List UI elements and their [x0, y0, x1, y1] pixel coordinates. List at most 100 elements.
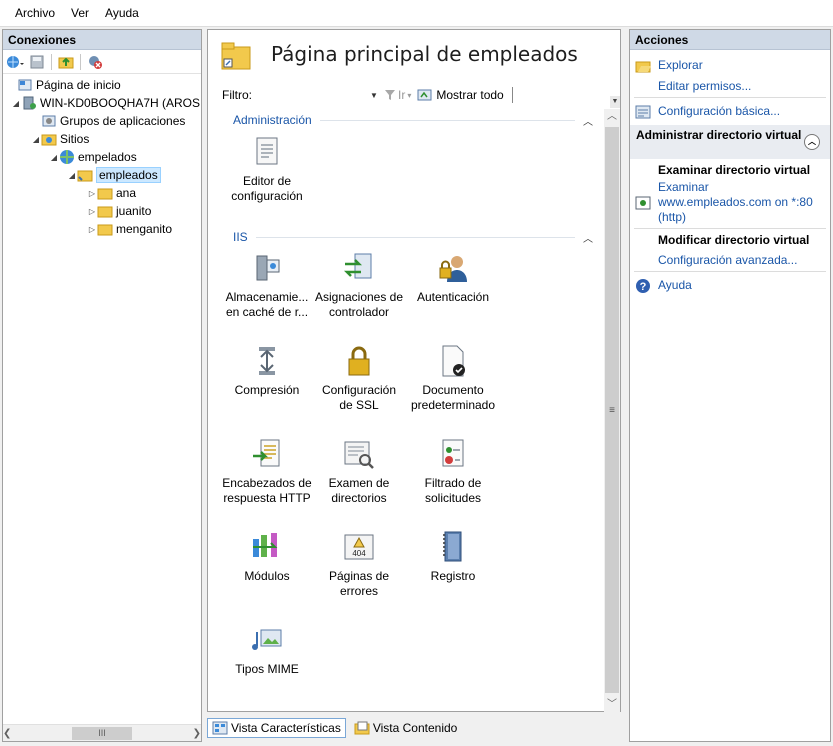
- output-cache-icon: [256, 255, 280, 281]
- filter-bar: Filtro: ▼ Ir ▾ Mostrar todo: [222, 83, 607, 107]
- globe-icon: [59, 149, 75, 165]
- disconnect-icon: [89, 55, 102, 69]
- scroll-down-arrow-icon[interactable]: ﹀: [604, 697, 620, 713]
- tree-item-sites[interactable]: ◢ Sitios: [31, 130, 89, 148]
- directory-browsing-icon: [344, 441, 374, 469]
- header-scroll-arrow[interactable]: ▼: [610, 96, 620, 108]
- action-edit-permissions[interactable]: Editar permisos...: [630, 79, 830, 95]
- action-explore[interactable]: Explorar: [630, 58, 830, 74]
- show-all-icon: [417, 89, 432, 101]
- request-filtering-icon: [442, 439, 464, 467]
- expand-arrow-icon[interactable]: ▷: [87, 225, 97, 234]
- svg-text:?: ?: [640, 281, 647, 293]
- handler-mappings-icon: [343, 253, 372, 279]
- collapse-arrow-icon[interactable]: ◢: [31, 135, 41, 144]
- compression-icon: [259, 347, 275, 375]
- filter-input[interactable]: [256, 85, 370, 105]
- basic-settings-icon: [635, 105, 651, 119]
- collapse-arrow-icon[interactable]: ◢: [67, 171, 77, 180]
- feature-config-editor[interactable]: Editor de configuración: [222, 134, 312, 204]
- scroll-left-arrow-icon[interactable]: ❮: [3, 728, 11, 739]
- menu-ayuda[interactable]: Ayuda: [97, 0, 147, 27]
- collapse-arrow-icon[interactable]: ◢: [49, 153, 59, 162]
- save-button[interactable]: [27, 52, 47, 72]
- feature-request-filtering[interactable]: Filtrado de solicitudes: [408, 436, 498, 506]
- connect-globe-button[interactable]: [5, 52, 25, 72]
- action-advanced-settings[interactable]: Configuración avanzada...: [630, 253, 830, 269]
- tab-features-view[interactable]: Vista Características: [207, 718, 346, 738]
- scroll-right-arrow-icon[interactable]: ❯: [193, 728, 201, 739]
- collapse-arrow-icon[interactable]: ◢: [11, 99, 21, 108]
- feature-logging[interactable]: Registro: [408, 529, 498, 584]
- feature-authentication[interactable]: Autenticación: [408, 250, 498, 305]
- scroll-up-arrow-icon[interactable]: ︿: [604, 109, 620, 125]
- tree-item-server[interactable]: ◢ WIN-KD0BOOQHA7H (AROS: [11, 94, 200, 112]
- features-panel: Página principal de empleados Filtro: ▼ …: [207, 29, 621, 713]
- feature-handler-mappings[interactable]: Asignaciones de controlador: [314, 250, 404, 320]
- go-button[interactable]: Ir ▾: [384, 88, 411, 102]
- svg-text:404: 404: [352, 549, 366, 558]
- expand-arrow-icon[interactable]: ▷: [87, 207, 97, 216]
- home-page-icon: [17, 77, 33, 93]
- menu-archivo[interactable]: Archivo: [7, 0, 63, 27]
- feature-ssl-settings[interactable]: Configuración de SSL: [314, 343, 404, 413]
- app-pool-icon: [41, 113, 57, 129]
- menu-bar: Archivo Ver Ayuda: [0, 0, 833, 27]
- features-vscrollbar[interactable]: ︿ ≡ ﹀: [604, 109, 620, 713]
- logging-icon: [443, 531, 462, 562]
- feature-directory-browsing[interactable]: Examen de directorios: [314, 436, 404, 506]
- collapse-chevron-icon[interactable]: ︿: [583, 113, 593, 128]
- filter-dropdown-icon[interactable]: ▼: [370, 91, 380, 100]
- tree-item-juanito[interactable]: ▷ juanito: [87, 202, 151, 220]
- tree-item-menganito[interactable]: ▷ menganito: [87, 220, 172, 238]
- explore-folder-icon: [635, 61, 651, 73]
- feature-mime-types[interactable]: Tipos MIME: [222, 622, 312, 677]
- http-headers-icon: [253, 439, 280, 467]
- server-icon: [21, 95, 37, 111]
- folder-icon: [97, 185, 113, 201]
- group-header-admin[interactable]: Administración ︿: [233, 112, 593, 128]
- folder-icon: [97, 221, 113, 237]
- tree-item-ana[interactable]: ▷ ana: [87, 184, 136, 202]
- feature-error-pages[interactable]: 404 Páginas de errores: [314, 529, 404, 599]
- scroll-thumb[interactable]: ≡: [605, 127, 619, 693]
- feature-default-document[interactable]: Documento predeterminado: [408, 343, 498, 413]
- feature-http-response-headers[interactable]: Encabezados de respuesta HTTP: [222, 436, 312, 506]
- browse-icon: [635, 196, 651, 210]
- filter-label: Filtro:: [222, 88, 252, 102]
- menu-ver[interactable]: Ver: [63, 0, 97, 27]
- error-page-icon: 404: [344, 534, 374, 560]
- feature-compression[interactable]: Compresión: [222, 343, 312, 398]
- tab-content-view[interactable]: Vista Contenido: [350, 719, 462, 737]
- action-help[interactable]: ? Ayuda: [630, 278, 830, 294]
- features-view-icon: [212, 721, 228, 735]
- feature-modules[interactable]: Módulos: [222, 529, 312, 584]
- authentication-icon: [439, 256, 467, 282]
- group-header-iis[interactable]: IIS ︿: [233, 229, 593, 245]
- show-all-button[interactable]: Mostrar todo: [417, 88, 504, 102]
- virtual-folder-icon: [77, 167, 93, 183]
- sites-folder-icon: [41, 131, 57, 147]
- manage-vdir-section-header[interactable]: Administrar directorio virtual ︿: [630, 125, 830, 159]
- tree-item-vdir-empleados[interactable]: ◢ empleados: [67, 166, 161, 184]
- expand-arrow-icon[interactable]: ▷: [87, 189, 97, 198]
- action-browse-site[interactable]: Examinar www.empleados.com on *:80 (http…: [630, 180, 830, 225]
- collapse-chevron-icon[interactable]: ︿: [583, 230, 593, 245]
- modules-icon: [253, 533, 278, 557]
- config-editor-icon: [256, 137, 278, 165]
- actions-title: Acciones: [630, 30, 830, 50]
- tree-item-site-empelados[interactable]: ◢ empelados: [49, 148, 137, 166]
- collapse-chevron-icon[interactable]: ︿: [804, 134, 820, 150]
- padlock-icon: [348, 346, 370, 376]
- disconnect-button[interactable]: [85, 52, 105, 72]
- connections-hscrollbar[interactable]: ❮ III ❯: [3, 724, 201, 741]
- tree-item-app-pools[interactable]: Grupos de aplicaciones: [31, 112, 185, 130]
- scroll-thumb[interactable]: III: [72, 726, 132, 740]
- tree-item-start-page[interactable]: Página de inicio: [7, 76, 121, 94]
- folder-up-icon: [58, 57, 74, 68]
- default-document-icon: [442, 345, 465, 377]
- globe-icon: [7, 55, 24, 68]
- up-folder-button[interactable]: [56, 52, 76, 72]
- feature-output-caching[interactable]: Almacenamie... en caché de r...: [222, 250, 312, 320]
- action-basic-settings[interactable]: Configuración básica...: [630, 104, 830, 120]
